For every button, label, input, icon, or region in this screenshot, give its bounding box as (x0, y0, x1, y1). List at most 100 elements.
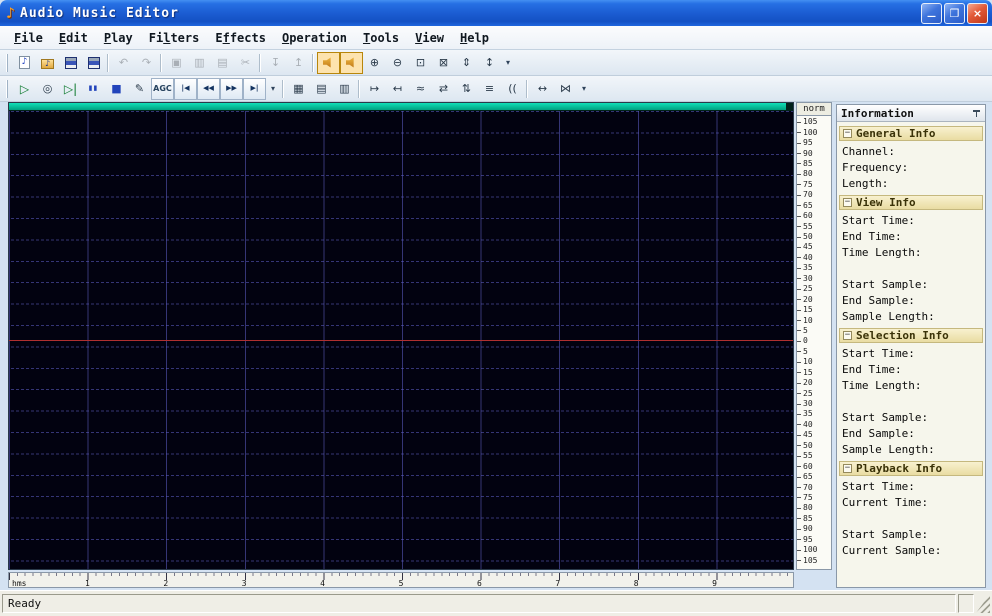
paste-icon: ▤ (217, 56, 228, 69)
info-section-selection-info: − Selection Info Start Time: End Time: Tim… (839, 328, 983, 458)
menu-operation[interactable]: Operation (274, 28, 355, 48)
amplitude-tick-label: 15 (803, 367, 813, 377)
record-tool-button[interactable]: ✎ (128, 78, 151, 100)
tick-mark (797, 246, 801, 248)
zoom-in-icon: ⊕ (369, 56, 380, 69)
menu-tools[interactable]: Tools (355, 28, 407, 48)
cut-button[interactable]: ✂ (234, 52, 257, 74)
zoom-vertical-in-button[interactable]: ⇕ (455, 52, 478, 74)
section-header-playback-info[interactable]: − Playback Info (839, 461, 983, 476)
copy-button[interactable]: ▥ (188, 52, 211, 74)
collapse-icon[interactable]: − (843, 198, 852, 207)
pause-button[interactable]: ▮▮ (82, 78, 105, 100)
amplitude-tick-label: 45 (803, 430, 813, 440)
save-as-icon (87, 56, 100, 69)
zoom-selection-button[interactable]: ⊡ (409, 52, 432, 74)
amplitude-tick-label: 95 (803, 138, 813, 148)
amplitude-tick-label: 80 (803, 169, 813, 179)
section-header-general-info[interactable]: − General Info (839, 126, 983, 141)
selection-end-button[interactable]: ↤ (386, 78, 409, 100)
redo-button[interactable]: ↷ (135, 52, 158, 74)
transport-overflow-button-2[interactable]: ▾ (577, 78, 591, 100)
mix-copy-button[interactable]: ↥ (287, 52, 310, 74)
smooth-wave-button[interactable]: ≈ (409, 78, 432, 100)
menu-view[interactable]: View (407, 28, 452, 48)
amplitude-ruler[interactable]: norm 105 100 95 90 85 80 75 70 65 60 55 … (796, 102, 832, 570)
menu-edit[interactable]: Edit (51, 28, 96, 48)
tick-mark (797, 549, 801, 551)
play-to-end-button[interactable]: ▷| (59, 78, 82, 100)
save-button[interactable] (59, 52, 82, 74)
menu-play[interactable]: Play (96, 28, 141, 48)
fit-width-button[interactable]: ↔ (531, 78, 554, 100)
window-title: Audio Music Editor (20, 5, 179, 21)
zoom-out-button[interactable]: ⊖ (386, 52, 409, 74)
toolbar-overflow-button[interactable]: ▾ (501, 52, 515, 74)
left-channel-monitor-toggle[interactable] (317, 51, 340, 74)
selection-start-button[interactable]: ↦ (363, 78, 386, 100)
tick-mark (797, 299, 801, 301)
new-file-button[interactable]: ♪ (13, 52, 36, 74)
section-header-selection-info[interactable]: − Selection Info (839, 328, 983, 343)
menu-filters[interactable]: Filters (141, 28, 208, 48)
amplitude-tick-label: 45 (803, 242, 813, 252)
section-header-view-info[interactable]: − View Info (839, 195, 983, 210)
minimize-button[interactable]: — (921, 2, 942, 24)
flip-vertical-button[interactable]: ⇅ (455, 78, 478, 100)
title-bar[interactable]: ♪ Audio Music Editor — ❐ × (0, 0, 992, 26)
section-title: View Info (856, 196, 916, 209)
waveform-display[interactable] (8, 102, 794, 570)
toolbar-grip[interactable] (6, 79, 9, 98)
norm-label[interactable]: norm (797, 103, 831, 116)
zoom-full-button[interactable]: ⊠ (432, 52, 455, 74)
toolbar-grip[interactable] (6, 53, 9, 72)
stop-button[interactable]: ■ (105, 78, 128, 100)
resize-grip[interactable] (976, 594, 990, 613)
go-to-start-button[interactable]: |◀ (174, 77, 197, 100)
time-ruler[interactable]: hms 123456789 (8, 572, 794, 588)
loudness-button[interactable]: (( (501, 78, 524, 100)
tick-mark (797, 163, 801, 165)
panel-header[interactable]: Information (837, 105, 985, 122)
grid-dense-button[interactable]: ▦ (287, 78, 310, 100)
tick-mark (797, 539, 801, 541)
agc-toggle-button[interactable]: AGC (151, 77, 174, 100)
link-channels-button[interactable]: ≡ (478, 78, 501, 100)
mix-paste-button[interactable]: ↧ (264, 52, 287, 74)
open-file-button[interactable]: ♪ (36, 52, 59, 74)
menu-help[interactable]: Help (452, 28, 497, 48)
copy-to-new-button[interactable]: ▣ (165, 52, 188, 74)
pin-icon[interactable] (972, 109, 981, 117)
transport-overflow-button[interactable]: ▾ (266, 78, 280, 100)
tick-mark (797, 257, 801, 259)
play-button[interactable]: ▷ (13, 78, 36, 100)
right-channel-monitor-toggle[interactable] (340, 51, 363, 74)
swap-channels-button[interactable]: ⇄ (432, 78, 455, 100)
play-loop-button[interactable]: ◎ (36, 78, 59, 100)
collapse-selection-button[interactable]: ⋈ (554, 78, 577, 100)
menu-file[interactable]: File (6, 28, 51, 48)
rewind-button[interactable]: ◀◀ (197, 77, 220, 100)
collapse-icon[interactable]: − (843, 129, 852, 138)
tick-mark (797, 518, 801, 520)
menu-label-part: peration (289, 30, 347, 45)
waveform-canvas[interactable] (9, 111, 793, 569)
position-bar[interactable] (9, 103, 793, 111)
zoom-in-button[interactable]: ⊕ (363, 52, 386, 74)
close-button[interactable]: × (967, 2, 988, 24)
undo-button[interactable]: ↶ (112, 52, 135, 74)
save-as-button[interactable] (82, 52, 105, 74)
undo-icon: ↶ (118, 56, 129, 69)
collapse-icon[interactable]: − (843, 331, 852, 340)
go-to-end-button[interactable]: ▶| (243, 77, 266, 100)
paste-button[interactable]: ▤ (211, 52, 234, 74)
menu-effects[interactable]: Effects (207, 28, 274, 48)
collapse-icon[interactable]: − (843, 464, 852, 473)
amplitude-tick-label: 70 (803, 190, 813, 200)
fast-forward-button[interactable]: ▶▶ (220, 77, 243, 100)
grid-medium-button[interactable]: ▤ (310, 78, 333, 100)
restore-button[interactable]: ❐ (944, 2, 965, 24)
toolbar-separator (105, 53, 112, 72)
zoom-vertical-out-button[interactable]: ↕ (478, 52, 501, 74)
grid-off-button[interactable]: ▥ (333, 78, 356, 100)
